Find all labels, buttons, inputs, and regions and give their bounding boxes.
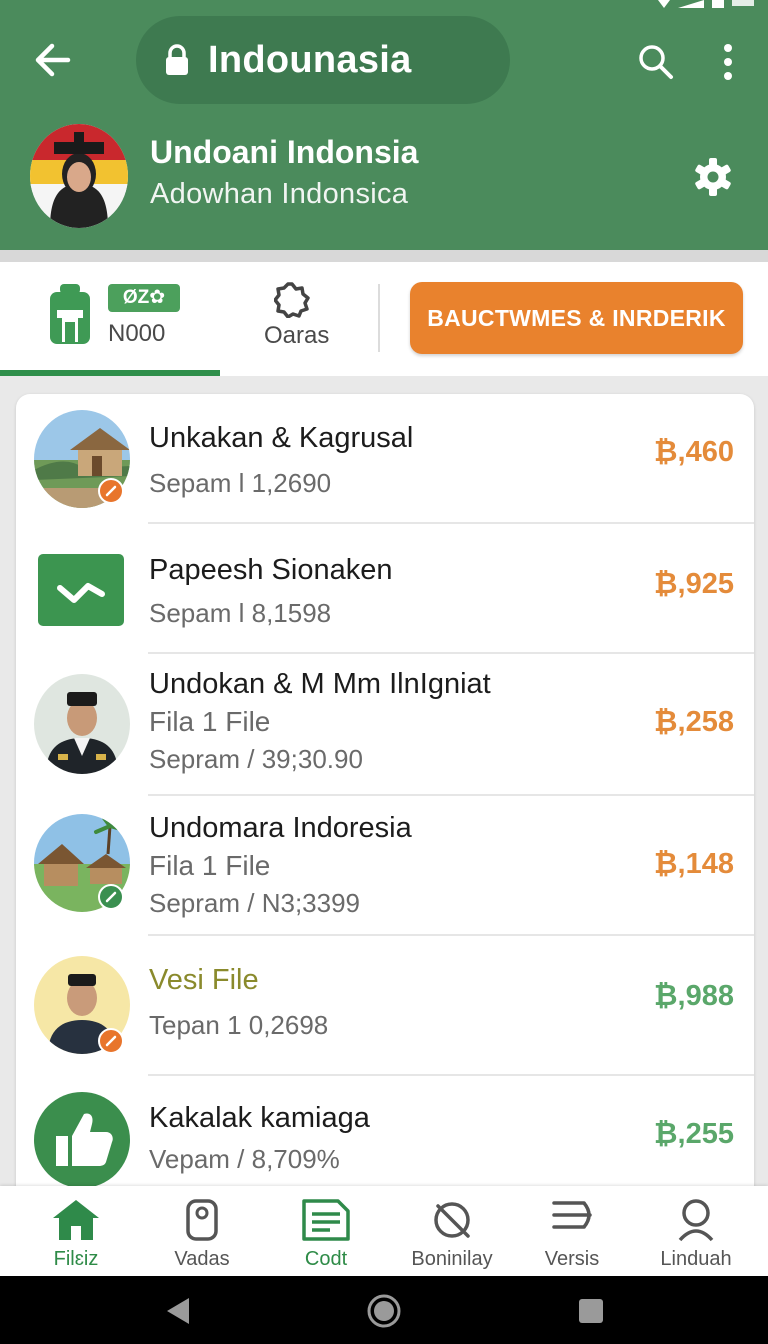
menu-lines-icon (552, 1201, 592, 1229)
tab-bar: ØZ✿ N000 Oaras BAUCTWMES & INRDERIK (0, 262, 768, 376)
item-meta: Sepam l 1,2690 (149, 468, 332, 498)
tab-separator (378, 284, 380, 352)
item-value: ₿,925 (653, 568, 734, 600)
item-thumbnail (34, 674, 130, 774)
no-search-icon (434, 1202, 470, 1238)
badge-icon (274, 282, 310, 318)
item-title: Unkakan & Kagrusal (149, 422, 414, 454)
nav-home[interactable]: Filɛiz (14, 1186, 138, 1276)
profile-name: Undoani Indonsia (150, 134, 419, 170)
primary-action-button[interactable]: BAUCTWMES & INRDERIK (410, 282, 743, 354)
settings-button[interactable] (690, 154, 736, 200)
system-recents-button[interactable] (574, 1294, 608, 1328)
tab-primary-label: N000 (108, 320, 166, 347)
nav-vadas-label: Vadas (174, 1248, 230, 1270)
list-item[interactable]: Unkakan & Kagrusal Sepam l 1,2690 ₿,460 (16, 394, 754, 524)
item-value: ₿,148 (653, 848, 734, 880)
tab-secondary-label: Oaras (264, 322, 330, 349)
user-search-icon (678, 1199, 714, 1242)
nav-versis[interactable]: Versis (510, 1186, 634, 1276)
system-home-button[interactable] (367, 1294, 401, 1328)
back-arrow-icon (35, 43, 71, 77)
circle-home-icon (367, 1294, 401, 1328)
system-navigation-bar (0, 1276, 768, 1344)
edit-badge-icon (98, 1028, 124, 1054)
chart-check-icon (38, 554, 124, 626)
more-menu-button[interactable] (706, 38, 750, 86)
location-tag-icon (186, 1199, 218, 1241)
nav-codt-label: Codt (304, 1248, 348, 1270)
item-meta: Sepam l 8,1598 (149, 598, 332, 628)
search-icon (639, 45, 673, 79)
gear-icon (695, 158, 731, 196)
status-bar (658, 0, 754, 12)
item-title: Undomara Indoresia (149, 812, 412, 844)
list-item[interactable]: Papeesh Sionaken Sepam l 8,1598 ₿,925 (16, 524, 754, 654)
item-meta: Sepram / 39;30.90 (149, 744, 363, 774)
nav-versis-label: Versis (544, 1248, 600, 1270)
item-subtitle: Fila 1 File (149, 850, 271, 881)
item-list: Unkakan & Kagrusal Sepam l 1,2690 ₿,460 … (16, 394, 754, 1194)
list-item[interactable]: Undokan & M Mm IlnIgniat Fila 1 File Sep… (16, 654, 754, 796)
triangle-back-icon (167, 1298, 189, 1324)
compass-badge-icon (98, 884, 124, 910)
back-button[interactable] (28, 36, 76, 84)
backpack-icon (50, 284, 90, 344)
item-meta: Tepan 1 0,2698 (149, 1010, 329, 1040)
more-vert-icon (724, 44, 732, 80)
item-title: Vesi File (149, 964, 259, 996)
page-title: Indounasia (208, 38, 412, 81)
list-item[interactable]: Kakalak kamiaga Vepam / 8,709% ₿,255 (16, 1076, 754, 1194)
nav-codt[interactable]: Codt (264, 1186, 388, 1276)
nav-vadas[interactable]: Vadas (140, 1186, 264, 1276)
item-value: ₿,988 (653, 980, 734, 1012)
item-meta: Sepram / N3;3399 (149, 888, 361, 918)
nav-linduah[interactable]: Linduah (634, 1186, 758, 1276)
list-item[interactable]: Vesi File Tepan 1 0,2698 ₿,988 (16, 936, 754, 1076)
item-title: Undokan & M Mm IlnIgniat (149, 668, 491, 700)
header-divider (0, 250, 768, 262)
wifi-icon (658, 0, 670, 8)
bottom-navigation: Filɛiz Vadas Codt Boninilay Versis Lindu… (0, 1186, 768, 1276)
signal-icon (678, 0, 704, 8)
item-value: ₿,460 (653, 436, 734, 468)
clock-icon (732, 0, 754, 6)
nav-home-label: Filɛiz (53, 1248, 99, 1270)
app-header: Indounasia Undoani Indonsia Adowhan Indo… (0, 0, 768, 250)
system-back-button[interactable] (160, 1294, 194, 1328)
item-value: ₿,255 (653, 1118, 734, 1150)
title-pill[interactable]: Indounasia (136, 16, 510, 104)
nav-boninilay-label: Boninilay (411, 1248, 493, 1270)
profile-avatar[interactable] (30, 124, 128, 228)
battery-icon (712, 0, 724, 8)
document-icon (302, 1199, 350, 1241)
edit-badge-icon (98, 478, 124, 504)
item-subtitle: Fila 1 File (149, 706, 271, 737)
item-title: Kakalak kamiaga (149, 1102, 370, 1134)
profile-subtitle: Adowhan Indonsica (150, 178, 409, 210)
square-recents-icon (579, 1299, 603, 1323)
tab-primary[interactable]: ØZ✿ N000 (0, 262, 220, 376)
item-value: ₿,258 (653, 706, 734, 738)
home-icon (53, 1200, 99, 1240)
lock-icon (166, 44, 188, 75)
list-item[interactable]: Undomara Indoresia Fila 1 File Sepram / … (16, 796, 754, 936)
nav-boninilay[interactable]: Boninilay (390, 1186, 514, 1276)
avatar-image (30, 124, 128, 228)
tab-badge: ØZ✿ (108, 284, 180, 312)
item-meta: Vepam / 8,709% (149, 1144, 340, 1174)
thumbs-up-icon (34, 1092, 130, 1188)
nav-linduah-label: Linduah (660, 1248, 732, 1270)
tab-secondary[interactable]: Oaras (240, 262, 350, 376)
item-title: Papeesh Sionaken (149, 554, 393, 586)
search-button[interactable] (632, 38, 680, 86)
active-tab-indicator (0, 370, 220, 376)
